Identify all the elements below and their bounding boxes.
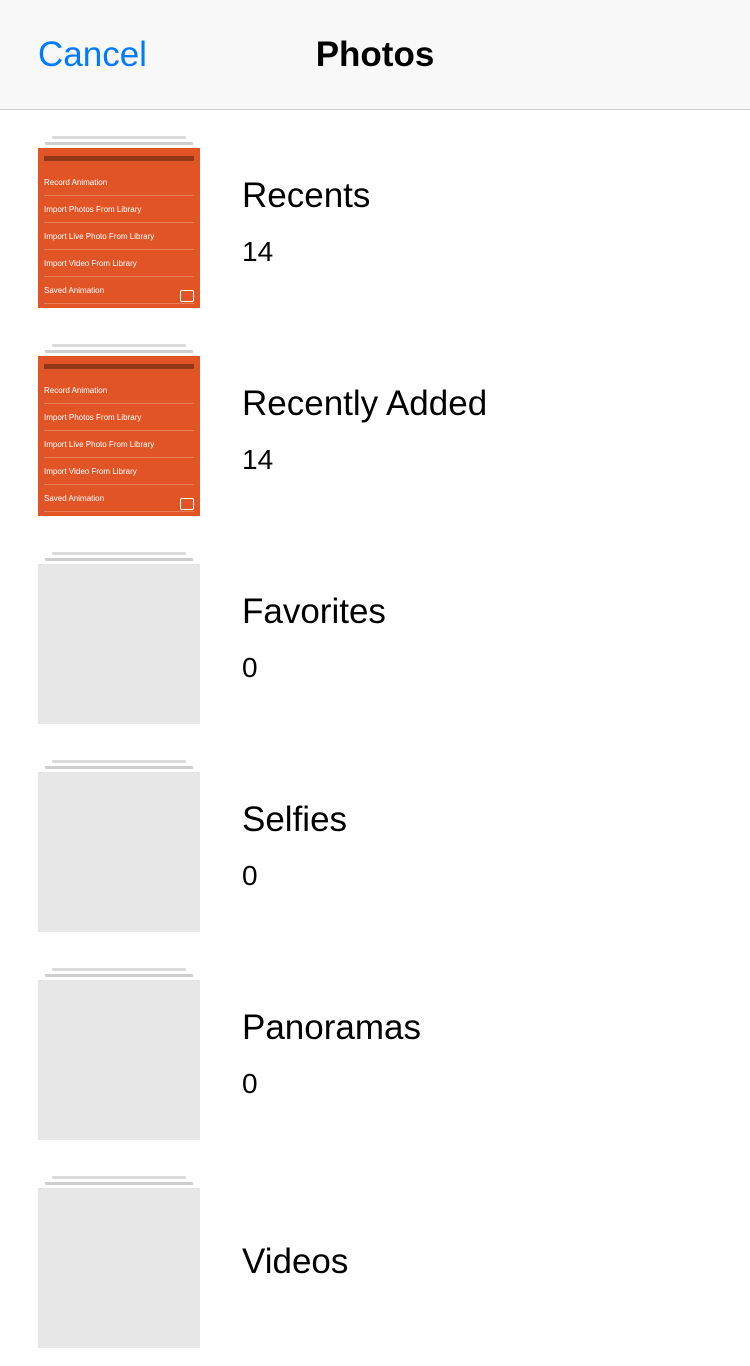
album-thumbnail xyxy=(38,1176,200,1348)
album-count: 14 xyxy=(242,236,370,268)
thumbnail-placeholder xyxy=(38,564,200,724)
album-info: Panoramas 0 xyxy=(242,1008,421,1100)
album-name: Recents xyxy=(242,176,370,216)
album-thumbnail: Record AnimationImport Photos From Libra… xyxy=(38,136,200,308)
album-thumbnail xyxy=(38,968,200,1140)
album-name: Videos xyxy=(242,1242,348,1282)
album-name: Selfies xyxy=(242,800,347,840)
album-name: Panoramas xyxy=(242,1008,421,1048)
album-name: Recently Added xyxy=(242,384,487,424)
album-thumbnail xyxy=(38,760,200,932)
thumbnail-image: Record AnimationImport Photos From Libra… xyxy=(38,356,200,516)
album-count: 0 xyxy=(242,860,347,892)
album-info: Videos xyxy=(242,1242,348,1282)
album-thumbnail: Record AnimationImport Photos From Libra… xyxy=(38,344,200,516)
thumbnail-placeholder xyxy=(38,980,200,1140)
album-thumbnail xyxy=(38,552,200,724)
header-bar: Cancel Photos xyxy=(0,0,750,110)
album-info: Selfies 0 xyxy=(242,800,347,892)
thumbnail-placeholder xyxy=(38,1188,200,1348)
album-count: 0 xyxy=(242,1068,421,1100)
album-row[interactable]: Videos xyxy=(0,1158,750,1366)
cancel-button[interactable]: Cancel xyxy=(38,35,147,75)
album-info: Recently Added 14 xyxy=(242,384,487,476)
album-count: 0 xyxy=(242,652,386,684)
thumbnail-placeholder xyxy=(38,772,200,932)
album-row[interactable]: Favorites 0 xyxy=(0,534,750,742)
albums-list: Record AnimationImport Photos From Libra… xyxy=(0,110,750,1366)
thumbnail-image: Record AnimationImport Photos From Libra… xyxy=(38,148,200,308)
album-row[interactable]: Panoramas 0 xyxy=(0,950,750,1158)
album-row[interactable]: Record AnimationImport Photos From Libra… xyxy=(0,118,750,326)
album-count: 14 xyxy=(242,444,487,476)
album-row[interactable]: Selfies 0 xyxy=(0,742,750,950)
album-name: Favorites xyxy=(242,592,386,632)
album-row[interactable]: Record AnimationImport Photos From Libra… xyxy=(0,326,750,534)
album-info: Favorites 0 xyxy=(242,592,386,684)
album-info: Recents 14 xyxy=(242,176,370,268)
